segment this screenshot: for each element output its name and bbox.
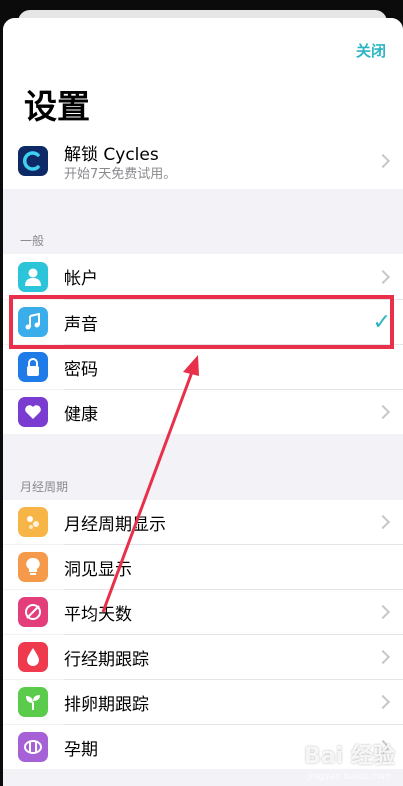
- unlock-title: 解锁 Cycles: [64, 145, 159, 165]
- chevron-right-icon: [375, 694, 391, 710]
- row-label: 健康: [64, 404, 98, 425]
- highlight-box: [9, 295, 394, 349]
- average-icon: [18, 597, 48, 627]
- page-title: 设置: [24, 87, 90, 126]
- row-label: 排卵期跟踪: [64, 694, 149, 715]
- uterus-icon: [18, 732, 48, 762]
- row-label: 密码: [64, 359, 98, 380]
- watermark: Bai 经验: [304, 744, 395, 769]
- section-header-cycle: 月经周期: [20, 480, 69, 494]
- settings-row-period-tracking[interactable]: 行经期跟踪: [3, 635, 403, 679]
- row-label: 行经期跟踪: [64, 649, 149, 670]
- sheet-header: 关闭 设置: [3, 18, 403, 133]
- heart-icon: [18, 397, 48, 427]
- chevron-right-icon: [375, 153, 391, 169]
- row-label: 孕期: [64, 739, 98, 760]
- settings-row-average-days[interactable]: 平均天数: [3, 590, 403, 634]
- chevron-right-icon: [375, 604, 391, 620]
- chevron-right-icon: [375, 269, 391, 284]
- settings-row-ovulation-tracking[interactable]: 排卵期跟踪: [3, 680, 403, 724]
- cycle-dots-icon: [18, 507, 48, 537]
- chevron-right-icon: [375, 649, 391, 665]
- settings-sheet: 关闭 设置 解锁 Cycles 开始7天免费试用。 一般 帐户 声音 ✓ 密码: [3, 18, 403, 786]
- close-button[interactable]: 关闭: [356, 40, 386, 61]
- row-label: 洞见显示: [64, 559, 132, 580]
- settings-row-health[interactable]: 健康: [3, 390, 403, 434]
- row-label: 平均天数: [64, 604, 132, 625]
- cycles-logo-icon: [18, 146, 48, 176]
- watermark-url: jingyan.baidu.com: [307, 772, 391, 782]
- sprout-icon: [18, 687, 48, 717]
- drop-icon: [18, 642, 48, 672]
- person-icon: [18, 261, 48, 292]
- row-label: 帐户: [64, 269, 98, 289]
- settings-row-cycle-display[interactable]: 月经周期显示: [3, 500, 403, 544]
- chevron-right-icon: [375, 404, 391, 420]
- unlock-subtitle: 开始7天免费试用。: [64, 167, 177, 182]
- settings-row-insights[interactable]: 洞见显示: [3, 545, 403, 589]
- lightbulb-icon: [18, 552, 48, 582]
- settings-row-account[interactable]: 帐户: [3, 254, 403, 299]
- row-label: 月经周期显示: [64, 514, 166, 535]
- lock-icon: [18, 352, 48, 382]
- chevron-right-icon: [375, 514, 391, 530]
- unlock-cycles-row[interactable]: 解锁 Cycles 开始7天免费试用。: [3, 133, 403, 189]
- settings-row-password[interactable]: 密码: [3, 345, 403, 389]
- section-header-general: 一般: [20, 234, 45, 248]
